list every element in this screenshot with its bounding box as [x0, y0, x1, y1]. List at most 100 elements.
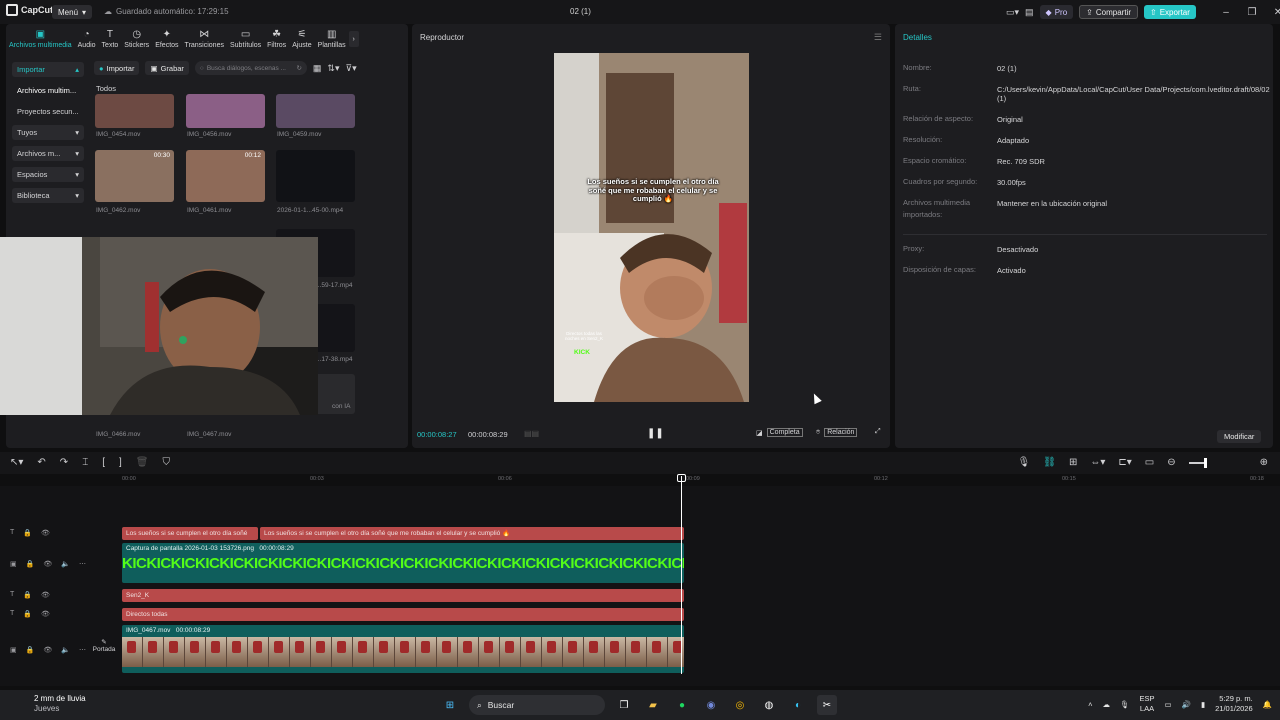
windows-start-icon[interactable]: ⊞ — [440, 695, 460, 715]
zoom-slider[interactable] — [1188, 457, 1207, 468]
text-clip[interactable]: Los sueños si se cumplen el otro día soñ… — [260, 527, 684, 540]
sidebar-item-import[interactable]: Importar ▴ — [12, 62, 84, 77]
zoom-in-icon[interactable]: ⊕ — [1260, 457, 1268, 468]
tab-text[interactable]: T Texto — [99, 24, 122, 54]
media-thumbnail[interactable]: 00:30 — [95, 150, 174, 202]
trim-left-icon[interactable]: [ — [102, 457, 105, 468]
pro-button[interactable]: ◆ Pro — [1039, 5, 1074, 19]
link-icon[interactable]: ⛓ — [1043, 457, 1056, 468]
clock[interactable]: 5:29 p. m. 21/01/2026 — [1215, 694, 1253, 714]
tab-audio[interactable]: ◔ Audio — [75, 24, 99, 54]
more-icon[interactable]: ⋯ — [79, 646, 86, 654]
tracks-icon[interactable]: ⊏▾ — [1118, 457, 1131, 468]
share-button[interactable]: ⇪ Compartir — [1079, 5, 1138, 19]
fullscreen-button[interactable]: ⤢ — [875, 428, 881, 436]
cloud-icon[interactable]: ☁ — [1102, 700, 1110, 709]
timeline-scale-icon[interactable]: ▤▤ — [524, 429, 539, 438]
capcut-taskbar-icon[interactable]: ✂ — [817, 695, 837, 715]
zoom-slider-handle[interactable] — [1203, 457, 1207, 468]
tab-effects[interactable]: ✦ Efectos — [152, 24, 181, 54]
tabs-scroll-right[interactable]: › — [348, 31, 359, 47]
ratio-control[interactable]: ⌾ Relación — [816, 428, 858, 437]
redo-icon[interactable]: ↷ — [60, 457, 68, 468]
select-cursor-icon[interactable]: ↖▾ — [10, 457, 23, 468]
chevron-up-icon[interactable]: ˄ — [1088, 700, 1092, 709]
media-search-input[interactable]: ○ Busca diálogos, escenas ... ↻ — [194, 61, 307, 75]
audio-mute-icon[interactable]: 🔈 — [61, 560, 70, 568]
delete-icon[interactable]: 🗑 — [136, 457, 149, 468]
spotify-icon[interactable]: ● — [672, 695, 692, 715]
taskbar-search[interactable]: ⌕ Buscar — [469, 695, 605, 715]
maximize-icon[interactable]: ❐ — [1242, 7, 1262, 18]
zoom-out-icon[interactable]: ⊖ — [1167, 457, 1175, 468]
import-button[interactable]: ● Importar — [94, 61, 140, 75]
tab-subtitles[interactable]: ▭ Subtítulos — [227, 24, 264, 54]
lock-icon[interactable]: 🔒 — [26, 560, 35, 568]
close-icon[interactable]: ✕ — [1268, 7, 1280, 18]
image-clip[interactable]: Captura de pantalla 2026-01-03 153726.pn… — [122, 543, 684, 583]
export-button[interactable]: ⇧ Exportar — [1143, 5, 1196, 19]
filter-funnel-icon[interactable]: ⊽▾ — [345, 63, 356, 74]
sidebar-item-spaces[interactable]: Espacios ▾ — [12, 167, 84, 182]
text-clip[interactable]: Sen2_K — [122, 589, 684, 602]
tab-transitions[interactable]: ⋈ Transiciones — [182, 24, 227, 54]
grid-view-icon[interactable]: ▦ — [313, 63, 322, 74]
text-clip[interactable]: Directos todas — [122, 608, 684, 621]
tab-filters[interactable]: ☘ Filtros — [264, 24, 289, 54]
minimize-icon[interactable]: – — [1216, 7, 1236, 18]
eye-icon[interactable]: 👁 — [41, 591, 50, 599]
edge-icon[interactable]: ◐ — [788, 695, 808, 715]
pause-button[interactable]: ❚❚ — [647, 428, 664, 439]
tab-stickers[interactable]: ◷ Stickers — [121, 24, 152, 54]
notifications-icon[interactable]: 🔔 — [1263, 700, 1272, 709]
tab-templates[interactable]: ▥ Plantillas — [315, 24, 349, 54]
trim-right-icon[interactable]: ] — [119, 457, 122, 468]
timeline-ruler[interactable]: 00:00 00:03 00:06 00:09 00:12 00:15 00:1… — [122, 476, 1280, 486]
lock-icon[interactable]: 🔒 — [23, 610, 32, 618]
cover-button[interactable]: ✎ Portada — [90, 638, 118, 653]
sidebar-item-library[interactable]: Biblioteca ▾ — [12, 188, 84, 203]
battery-icon[interactable]: ▮ — [1201, 700, 1205, 709]
player-menu-icon[interactable]: ☰ — [874, 32, 882, 43]
shortcuts-icon[interactable]: ▤ — [1025, 7, 1034, 18]
layout-icon[interactable]: ▭▾ — [1006, 7, 1019, 18]
sort-icon[interactable]: ⇅▾ — [327, 63, 339, 74]
lock-icon[interactable]: 🔒 — [23, 529, 32, 537]
lock-icon[interactable]: 🔒 — [26, 646, 35, 654]
media-thumbnail[interactable]: 00:12 — [186, 150, 265, 202]
discord-icon[interactable]: ◉ — [701, 695, 721, 715]
eye-icon[interactable]: 👁 — [41, 529, 50, 537]
quality-control[interactable]: ◪ Completa — [756, 428, 803, 437]
media-thumbnail[interactable] — [95, 94, 174, 128]
video-preview[interactable]: Los sueños si se cumplen el otro día soñ… — [554, 53, 749, 402]
playhead[interactable] — [681, 476, 682, 674]
text-clip[interactable]: Los sueños si se cumplen el otro día soñ… — [122, 527, 258, 540]
volume-icon[interactable]: 🔊 — [1182, 700, 1191, 709]
tab-adjust[interactable]: ⚟ Ajuste — [289, 24, 314, 54]
microphone-icon[interactable]: 🎙 — [1120, 700, 1130, 709]
shield-icon[interactable]: ⛉ — [162, 457, 170, 468]
record-button[interactable]: ▣ Grabar — [145, 61, 189, 75]
media-thumbnail[interactable] — [276, 94, 355, 128]
file-explorer-icon[interactable]: ▰ — [643, 695, 663, 715]
lock-icon[interactable]: 🔒 — [23, 591, 32, 599]
more-icon[interactable]: ⋯ — [79, 560, 86, 568]
task-view-icon[interactable]: ❐ — [614, 695, 634, 715]
eye-icon[interactable]: 👁 — [43, 560, 52, 568]
undo-icon[interactable]: ↶ — [37, 457, 45, 468]
network-icon[interactable]: ▭ — [1165, 700, 1172, 709]
sidebar-item-secondary-projects[interactable]: Proyectos secun... — [12, 104, 84, 119]
microphone-icon[interactable]: 🎙 — [1018, 457, 1031, 468]
media-thumbnail[interactable] — [276, 150, 355, 202]
modify-button[interactable]: Modificar — [1217, 430, 1262, 443]
media-thumbnail[interactable] — [186, 94, 265, 128]
weather-widget[interactable]: 2 mm de lluvia Jueves — [14, 694, 86, 714]
subtitle-track-icon[interactable]: ▭ — [1145, 457, 1154, 468]
github-desktop-icon[interactable]: ◍ — [759, 695, 779, 715]
sidebar-item-media-files-2[interactable]: Archivos m... ▾ — [12, 146, 84, 161]
audio-mute-icon[interactable]: 🔈 — [61, 646, 70, 654]
eye-icon[interactable]: 👁 — [41, 610, 50, 618]
chrome-icon[interactable]: ◎ — [730, 695, 750, 715]
split-icon[interactable]: ⌶ — [82, 457, 88, 468]
language-indicator[interactable]: ESP LAA — [1140, 694, 1155, 714]
